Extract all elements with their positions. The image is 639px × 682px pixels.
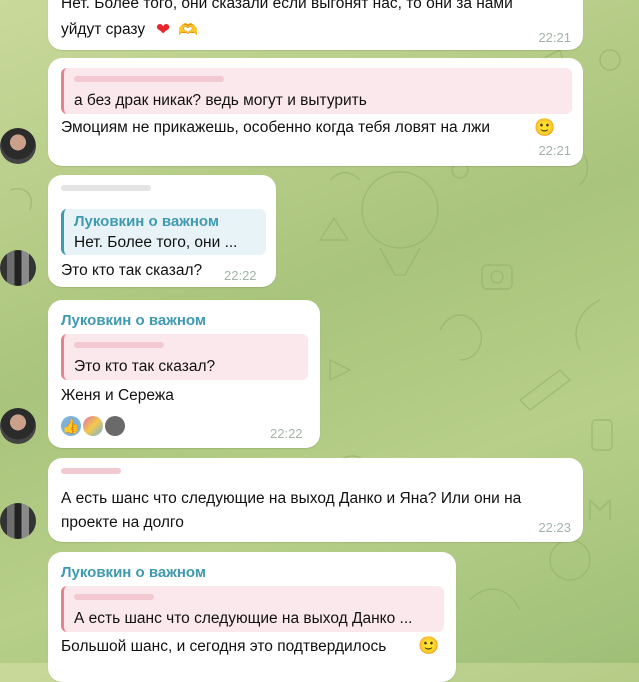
sender-name[interactable]: Луковкин о важном	[61, 564, 206, 581]
message-text: А есть шанс что следующие на выход Данко…	[61, 490, 522, 507]
reactor-avatar-icon	[83, 416, 103, 436]
avatar[interactable]	[0, 128, 36, 164]
quote-text: а без драк никак? ведь могут и вытурить	[74, 92, 367, 109]
quote-text: А есть шанс что следующие на выход Данко…	[74, 610, 413, 627]
sender-name[interactable]: Луковкин о важном	[61, 312, 206, 329]
quote-text: Это кто так сказал?	[74, 358, 216, 375]
reply-quote[interactable]: Луковкин о важном Нет. Более того, они .…	[61, 209, 266, 255]
message-bubble[interactable]: Луковкин о важном Нет. Более того, они .…	[48, 175, 276, 287]
reply-quote[interactable]: а без драк никак? ведь могут и вытурить	[61, 68, 572, 114]
blurred-author-name	[74, 594, 154, 600]
slightly-smiling-face-icon: 🙂	[534, 118, 556, 137]
heart-icon: ❤	[156, 20, 171, 39]
avatar[interactable]	[0, 250, 36, 286]
blurred-sender-name	[61, 185, 151, 191]
avatar[interactable]	[0, 503, 36, 539]
slightly-smiling-face-icon: 🙂	[418, 636, 440, 655]
reply-quote[interactable]: Это кто так сказал?	[61, 334, 308, 380]
message-text: Это кто так сказал?	[61, 262, 203, 279]
quote-text: Нет. Более того, они ...	[74, 234, 238, 251]
message-bubble[interactable]: а без драк никак? ведь могут и вытурить …	[48, 58, 583, 166]
message-time: 22:22	[270, 426, 303, 441]
blurred-author-name	[74, 76, 224, 82]
message-time: 22:23	[538, 520, 571, 535]
message-text: уйдут сразу	[61, 21, 146, 38]
message-time: 22:21	[538, 143, 571, 158]
message-bubble[interactable]: А есть шанс что следующие на выход Данко…	[48, 458, 583, 542]
message-bubble[interactable]: Луковкин о важном Это кто так сказал? Же…	[48, 300, 320, 448]
reactor-avatar-icon	[105, 416, 125, 436]
message-text: Эмоциям не прикажешь, особенно когда теб…	[61, 119, 491, 136]
quote-author: Луковкин о важном	[74, 213, 219, 230]
blurred-author-name	[74, 342, 164, 348]
reactions[interactable]: 👍	[61, 416, 125, 436]
reply-quote[interactable]: А есть шанс что следующие на выход Данко…	[61, 586, 444, 632]
thumbs-up-icon[interactable]: 👍	[61, 416, 81, 436]
message-bubble[interactable]: Нет. Более того, они сказали если выгоня…	[48, 0, 583, 50]
message-text: проекте на долго	[61, 514, 184, 531]
message-time: 22:21	[538, 30, 571, 45]
avatar[interactable]	[0, 408, 36, 444]
message-text: Большой шанс, и сегодня это подтвердилос…	[61, 638, 387, 655]
blurred-sender-name	[61, 468, 121, 474]
heart-hands-icon: 🫶	[178, 22, 198, 39]
message-text: Женя и Сережа	[61, 387, 174, 404]
message-text: Нет. Более того, они сказали если выгоня…	[61, 0, 513, 12]
message-time: 22:22	[224, 268, 257, 283]
